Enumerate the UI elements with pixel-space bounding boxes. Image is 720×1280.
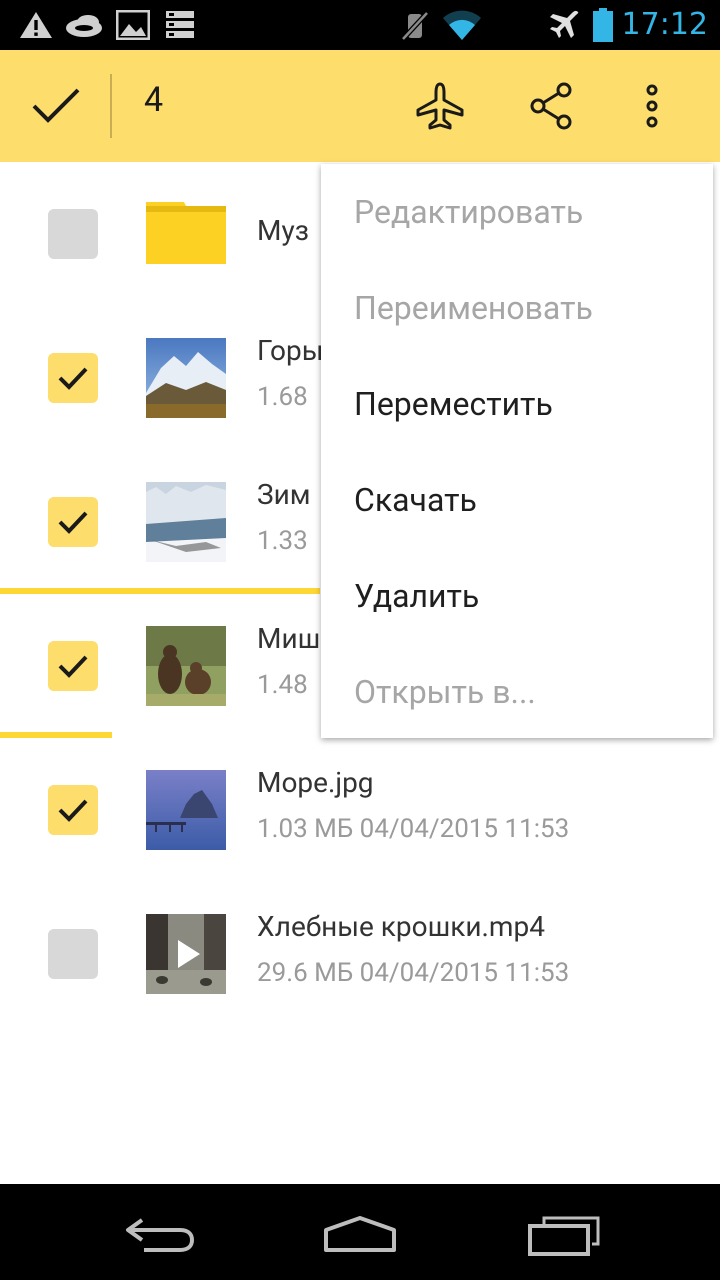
menu-item-download[interactable]: Скачать <box>354 452 477 548</box>
recent-apps-icon[interactable] <box>526 1214 602 1256</box>
airplane-mode-icon <box>550 10 579 38</box>
menu-item-delete[interactable]: Удалить <box>354 548 479 644</box>
checkmark-icon <box>58 799 88 822</box>
selection-checkbox[interactable] <box>48 785 98 835</box>
menu-item-open-in[interactable]: Открыть в... <box>354 644 536 740</box>
cloud-icon <box>66 15 102 37</box>
selection-action-bar: 4 <box>0 50 720 162</box>
file-name: Зим <box>257 478 311 511</box>
file-meta: 29.6 МБ 04/04/2015 11:53 <box>257 958 570 988</box>
file-name: Горы <box>257 334 324 367</box>
selected-count: 4 <box>144 80 164 120</box>
selection-checkbox[interactable] <box>48 353 98 403</box>
file-meta: 1.48 <box>257 670 308 700</box>
offline-icon[interactable] <box>414 80 466 132</box>
clock: 17:12 <box>621 7 708 42</box>
storage-icon <box>166 11 194 38</box>
image-thumbnail <box>146 626 226 706</box>
action-bar-divider <box>110 74 112 138</box>
warning-icon <box>20 12 52 38</box>
back-icon[interactable] <box>124 1214 196 1254</box>
file-meta: 1.03 МБ 04/04/2015 11:53 <box>257 814 570 844</box>
selection-checkbox[interactable] <box>48 929 98 979</box>
file-name: Миш <box>257 622 321 655</box>
selection-checkbox[interactable] <box>48 641 98 691</box>
menu-item-rename[interactable]: Переименовать <box>354 260 593 356</box>
home-icon[interactable] <box>322 1214 398 1254</box>
checkmark-icon <box>58 655 88 678</box>
image-thumbnail <box>146 770 226 850</box>
list-item[interactable]: Хлебные крошки.mp4 29.6 МБ 04/04/2015 11… <box>0 882 720 1026</box>
file-meta: 1.68 <box>257 382 308 412</box>
image-icon <box>116 10 150 40</box>
menu-item-move[interactable]: Переместить <box>354 356 553 452</box>
file-name: Море.jpg <box>257 766 374 799</box>
overflow-icon[interactable] <box>626 80 678 132</box>
folder-icon <box>146 202 226 264</box>
share-icon[interactable] <box>526 80 578 132</box>
file-name: Муз <box>257 214 309 247</box>
image-thumbnail <box>146 338 226 418</box>
list-item[interactable]: Море.jpg 1.03 МБ 04/04/2015 11:53 <box>0 738 720 882</box>
image-thumbnail <box>146 482 226 562</box>
checkmark-icon <box>58 511 88 534</box>
battery-icon <box>593 8 613 42</box>
video-thumbnail <box>146 914 226 994</box>
menu-item-edit[interactable]: Редактировать <box>354 164 583 260</box>
status-bar: 17:12 <box>0 0 720 50</box>
file-name: Хлебные крошки.mp4 <box>257 910 545 943</box>
navigation-bar <box>0 1184 720 1280</box>
selection-checkbox[interactable] <box>48 497 98 547</box>
file-meta: 1.33 <box>257 526 308 556</box>
overflow-menu: Редактировать Переименовать Переместить … <box>321 164 713 738</box>
done-icon[interactable] <box>30 84 82 128</box>
mute-icon <box>401 11 429 41</box>
selection-checkbox[interactable] <box>48 209 98 259</box>
checkmark-icon <box>58 367 88 390</box>
wifi-icon <box>443 10 481 40</box>
